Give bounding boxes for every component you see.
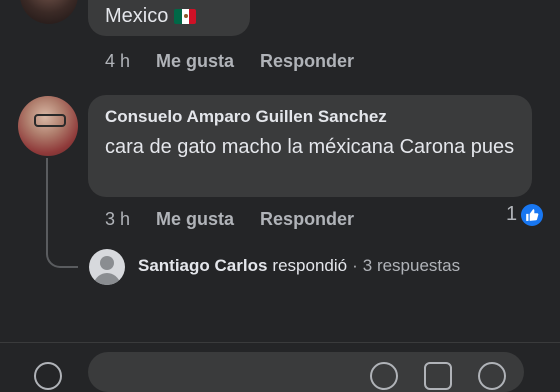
comment-bubble: Consuelo Amparo Guillen Sanchez cara de …: [88, 95, 532, 197]
reply-verb: respondió: [272, 256, 348, 275]
commenter-avatar[interactable]: [20, 0, 78, 24]
reply-author-name: Santiago Carlos: [138, 256, 268, 275]
comment-meta: 4 h Me gusta Responder: [105, 51, 354, 72]
gif-icon[interactable]: [424, 362, 452, 390]
like-button[interactable]: Me gusta: [156, 209, 234, 230]
default-avatar-icon: [93, 256, 121, 285]
thumbs-up-icon: [521, 203, 544, 226]
comment-author[interactable]: Consuelo Amparo Guillen Sanchez: [105, 107, 387, 127]
view-replies-link[interactable]: Santiago Carlos respondió · 3 respuestas: [138, 256, 460, 276]
comment-text-row: Mexico: [105, 5, 197, 28]
reaction-summary[interactable]: 1: [506, 203, 544, 226]
comment-input[interactable]: [88, 352, 524, 392]
thread-connector-line: [46, 158, 78, 268]
glasses-detail: [34, 114, 66, 127]
commenter-avatar[interactable]: [18, 96, 78, 156]
reply-count: 3 respuestas: [362, 256, 461, 275]
reply-button[interactable]: Responder: [260, 51, 354, 72]
emoji-icon[interactable]: [370, 362, 398, 390]
comment-text: Mexico: [105, 5, 169, 27]
comment-bubble: Mexico: [88, 0, 250, 36]
sticker-icon[interactable]: [478, 362, 506, 390]
comment-time[interactable]: 4 h: [105, 51, 130, 72]
camera-icon[interactable]: [34, 362, 62, 390]
reply-button[interactable]: Responder: [260, 209, 354, 230]
reaction-count: 1: [506, 203, 518, 225]
reply-author-avatar[interactable]: [89, 249, 125, 285]
comment-time[interactable]: 3 h: [105, 209, 130, 230]
comment-meta: 3 h Me gusta Responder: [105, 209, 354, 230]
like-button[interactable]: Me gusta: [156, 51, 234, 72]
separator-dot: ·: [352, 256, 358, 275]
mexico-flag-icon: [174, 9, 197, 24]
comment-text: cara de gato macho la méxicana Carona pu…: [105, 136, 515, 158]
